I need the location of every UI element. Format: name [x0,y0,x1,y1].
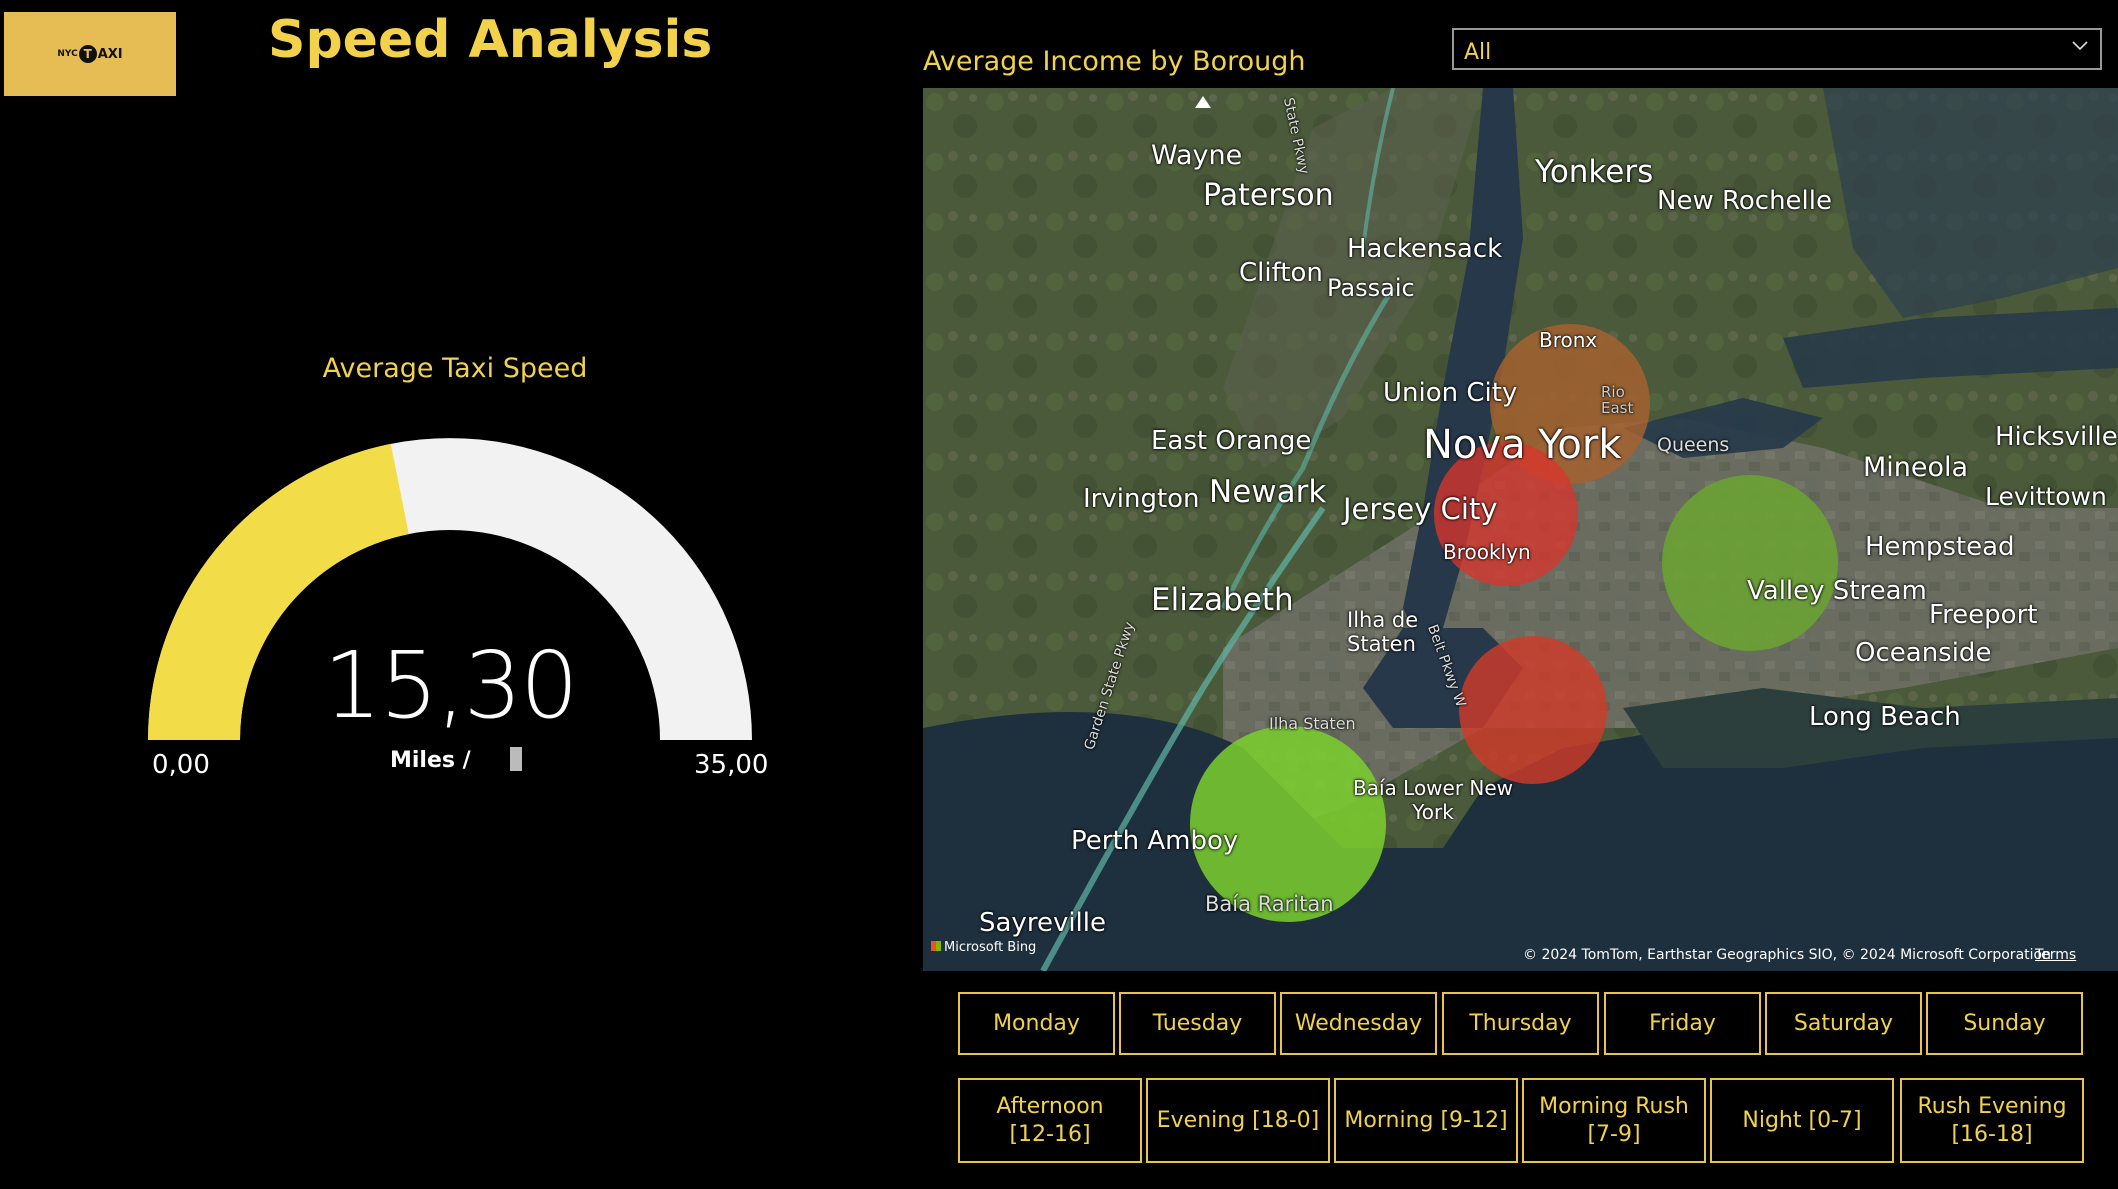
label-levittown: Levittown [1985,482,2107,511]
label-baia-raritan: Baía Raritan [1205,892,1334,916]
nyc-taxi-logo: NYC T AXI [4,12,176,96]
day-button-wednesday[interactable]: Wednesday [1280,992,1437,1055]
dropdown-selected-value: All [1464,40,1492,65]
label-yonkers: Yonkers [1535,154,1654,190]
time-slot-button-4[interactable]: Night [0-7] [1710,1078,1894,1163]
time-slot-button-0[interactable]: Afternoon [12-16] [958,1078,1142,1163]
bing-logo: Microsoft Bing [931,940,1036,955]
label-union-city: Union City [1383,378,1518,408]
bubble-queens[interactable] [1662,475,1838,651]
label-bronx: Bronx [1539,328,1598,352]
bing-label: Microsoft Bing [944,940,1037,955]
borough-filter-dropdown[interactable]: All [1452,28,2102,70]
label-long-beach: Long Beach [1809,702,1961,732]
label-baia-lower-new-york: Baía Lower New York [1353,776,1514,824]
day-button-monday[interactable]: Monday [958,992,1115,1055]
label-passaic: Passaic [1327,274,1415,302]
label-east-orange: East Orange [1151,426,1312,456]
bubble-brooklyn[interactable] [1459,636,1607,784]
label-wayne: Wayne [1151,140,1243,171]
label-mineola: Mineola [1863,452,1969,483]
gauge-unit-mark [510,747,522,771]
gauge-max: 35,00 [694,750,769,780]
label-elizabeth: Elizabeth [1151,582,1294,618]
time-slot-button-2[interactable]: Morning [9-12] [1334,1078,1518,1163]
gauge-chart [148,438,752,740]
time-slot-button-5[interactable]: Rush Evening [16-18] [1900,1078,2084,1163]
label-newark: Newark [1209,474,1327,510]
map-copyright: © 2024 TomTom, Earthstar Geographics SIO… [1523,947,2051,963]
label-perth-amboy: Perth Amboy [1071,826,1239,856]
label-ilha-staten: Ilha Staten [1269,714,1356,733]
chevron-down-icon [2072,41,2088,51]
gauge-value: 15,30 [323,632,578,739]
gauge-unit: Miles / [390,748,471,773]
label-hicksville: Hicksville [1995,422,2118,452]
logo-prefix: NYC [57,49,78,59]
logo-taxi-icon: T [78,45,97,63]
label-hackensack: Hackensack [1347,234,1503,264]
speed-gauge: 15,30 Miles / 0,00 35,00 [100,400,800,800]
day-button-sunday[interactable]: Sunday [1926,992,2083,1055]
label-paterson: Paterson [1203,178,1334,213]
logo-suffix: AXI [97,46,123,62]
label-nova-york: Nova York [1423,422,1622,468]
label-ilha-de-staten: Ilha de Staten [1347,608,1419,656]
label-queens: Queens [1657,434,1730,456]
page-title: Speed Analysis [268,10,713,70]
day-button-tuesday[interactable]: Tuesday [1119,992,1276,1055]
map-title: Average Income by Borough [923,46,1306,77]
label-irvington: Irvington [1083,484,1200,514]
time-slot-button-3[interactable]: Morning Rush [7-9] [1522,1078,1706,1163]
label-freeport: Freeport [1929,600,2038,630]
label-hempstead: Hempstead [1865,532,2015,562]
day-button-friday[interactable]: Friday [1604,992,1761,1055]
day-button-thursday[interactable]: Thursday [1442,992,1599,1055]
label-new-rochelle: New Rochelle [1657,186,1832,216]
label-jersey-city: Jersey City [1343,492,1498,526]
microsoft-logo-icon [931,941,941,951]
label-brooklyn: Brooklyn [1443,540,1531,564]
map-terms-link[interactable]: Terms [2035,947,2076,963]
time-slot-button-1[interactable]: Evening [18-0] [1146,1078,1330,1163]
label-clifton: Clifton [1239,258,1323,288]
label-sayreville: Sayreville [979,908,1106,938]
day-button-saturday[interactable]: Saturday [1765,992,1922,1055]
label-rio-east: Rio East [1601,383,1634,417]
label-valley-stream: Valley Stream [1747,576,1927,606]
gauge-min: 0,00 [152,750,210,780]
label-oceanside: Oceanside [1855,638,1992,668]
gauge-title: Average Taxi Speed [322,353,588,384]
borough-income-map[interactable]: Wayne Paterson Clifton Passaic Hackensac… [923,88,2118,971]
